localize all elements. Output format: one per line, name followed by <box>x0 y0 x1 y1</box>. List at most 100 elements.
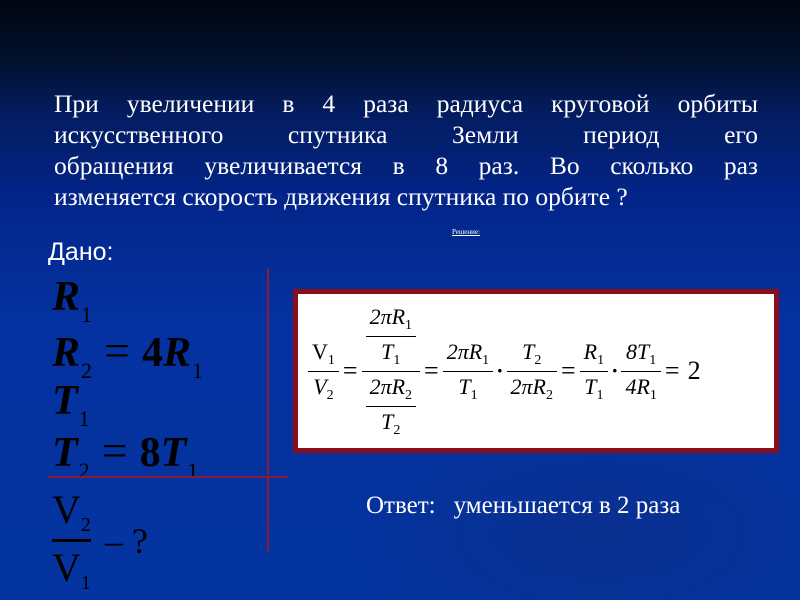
sub: 1 <box>649 352 657 368</box>
fraction-denominator: T1 <box>377 339 404 369</box>
fraction-denominator: T1 <box>580 374 607 404</box>
var: T <box>381 338 394 364</box>
step2-fraction-a: 2πR1 T1 <box>442 339 494 404</box>
multiply-dot: · <box>611 358 619 383</box>
given-var: R <box>52 274 81 320</box>
fraction-denominator: 4R1 <box>621 374 660 404</box>
var: T <box>522 338 535 364</box>
lhs-fraction: V1 V2 <box>308 339 339 404</box>
sub: 1 <box>470 387 478 403</box>
fraction-bar <box>579 370 609 372</box>
fraction-bar <box>442 370 494 372</box>
fraction-bar <box>308 370 339 372</box>
fraction-denominator: T1 <box>454 374 481 404</box>
given-vertical-divider <box>267 268 269 552</box>
problem-line: изменяется скорость движения спутника по… <box>54 182 628 211</box>
sub: 2 <box>405 387 413 403</box>
step3-fraction-a: R1 T1 <box>579 339 609 404</box>
given-t1: T1 <box>52 380 90 430</box>
fraction-denominator: 2πR2 <box>507 374 557 404</box>
fraction-bar <box>365 335 417 337</box>
var: 2πR <box>446 338 483 364</box>
answer-text: уменьшается в 2 раза <box>453 492 681 519</box>
var: 2πR <box>369 373 406 399</box>
sub: 1 <box>405 317 413 333</box>
fraction-numerator: V1 <box>308 339 339 369</box>
fraction-denominator: V2 <box>309 374 337 404</box>
fraction-bar <box>621 370 661 372</box>
given-sub: 2 <box>78 458 90 483</box>
var: T <box>381 408 394 434</box>
sub: 2 <box>545 387 553 403</box>
fraction-numerator: 2πR1 <box>366 304 416 334</box>
given-var: R <box>162 330 191 376</box>
sub: 1 <box>597 352 605 368</box>
given-var: T <box>160 430 187 476</box>
given-sub: 1 <box>81 302 93 327</box>
unknown-question: – ? <box>104 520 148 561</box>
given-t2: T2 = 8T1 <box>52 428 198 482</box>
sub: 1 <box>482 352 490 368</box>
fraction-denominator: T2 <box>377 409 404 439</box>
fraction-numerator: 2πR1 <box>443 339 493 369</box>
sub: 1 <box>596 387 604 403</box>
step2-fraction-b: T2 2πR2 <box>506 339 557 404</box>
equals-sign: = <box>342 356 358 385</box>
multiply-dot: · <box>496 358 504 383</box>
given-coef: 8 <box>139 430 161 476</box>
var: 8T <box>626 338 650 364</box>
fraction-bar <box>361 370 421 372</box>
given-var: R <box>52 330 81 376</box>
solution-label: Решение: <box>452 228 480 236</box>
sub: 1 <box>80 572 91 594</box>
problem-line: искусственного спутника Земли период его <box>54 120 758 149</box>
given-label: Дано: <box>48 238 114 266</box>
sub: 2 <box>80 514 91 536</box>
equals-sign: = <box>560 356 576 385</box>
problem-line: При увеличении в 4 раза радиуса круговой… <box>54 89 758 118</box>
fraction-bar <box>506 370 557 372</box>
fraction-numerator: R1 <box>580 339 608 369</box>
fraction-numerator: T2 <box>518 339 545 369</box>
equals-sign: = <box>424 356 439 385</box>
var: V <box>52 487 81 532</box>
solution-formula-box: V1 V2 = 2πR1 T1 2πR2 T2 = 2πR1 T1 · T2 2… <box>293 289 779 453</box>
compound-fraction: 2πR1 T1 2πR2 T2 <box>361 304 421 439</box>
sub: 1 <box>649 387 657 403</box>
var: T <box>584 373 597 399</box>
problem-line: обращения увеличивается в 8 раз. Во скол… <box>54 151 758 180</box>
fraction-numerator: 8T1 <box>622 339 660 369</box>
sub: 1 <box>393 352 401 368</box>
fraction-bar <box>52 539 91 542</box>
var: 2πR <box>510 373 546 399</box>
bottom-fraction: 2πR2 T2 <box>362 374 420 439</box>
fraction-numerator: 2πR2 <box>366 374 416 404</box>
fraction-bar <box>365 405 417 407</box>
answer: Ответ: уменьшается в 2 раза <box>366 490 756 521</box>
given-r1: R1 <box>52 276 92 326</box>
top-fraction: 2πR1 T1 <box>362 304 420 369</box>
slide: При увеличении в 4 раза радиуса круговой… <box>0 0 800 600</box>
given-sub: 1 <box>187 458 199 483</box>
var: 2πR <box>369 303 406 329</box>
fraction-denominator: V1 <box>52 544 91 595</box>
var: 4R <box>625 373 650 399</box>
sub: 2 <box>393 422 401 438</box>
var: V <box>52 545 81 590</box>
solution-formula: V1 V2 = 2πR1 T1 2πR2 T2 = 2πR1 T1 · T2 2… <box>308 294 705 448</box>
given-horizontal-divider <box>48 476 288 478</box>
var: T <box>458 373 471 399</box>
given-coef: 4 <box>141 330 163 376</box>
var: V <box>313 373 327 399</box>
answer-label: Ответ: <box>366 492 436 519</box>
sub: 1 <box>327 352 335 368</box>
given-var: T <box>52 378 78 424</box>
problem-statement: При увеличении в 4 раза радиуса круговой… <box>54 88 758 212</box>
given-sub: 1 <box>191 358 203 383</box>
given-var: T <box>52 430 78 476</box>
formula-result: 2 <box>687 356 701 385</box>
sub: 2 <box>326 387 334 403</box>
ratio-fraction: V2 V1 <box>52 486 91 595</box>
unknown-ratio: V2 V1 – ? <box>52 486 148 595</box>
equals-sign: = <box>664 356 680 385</box>
